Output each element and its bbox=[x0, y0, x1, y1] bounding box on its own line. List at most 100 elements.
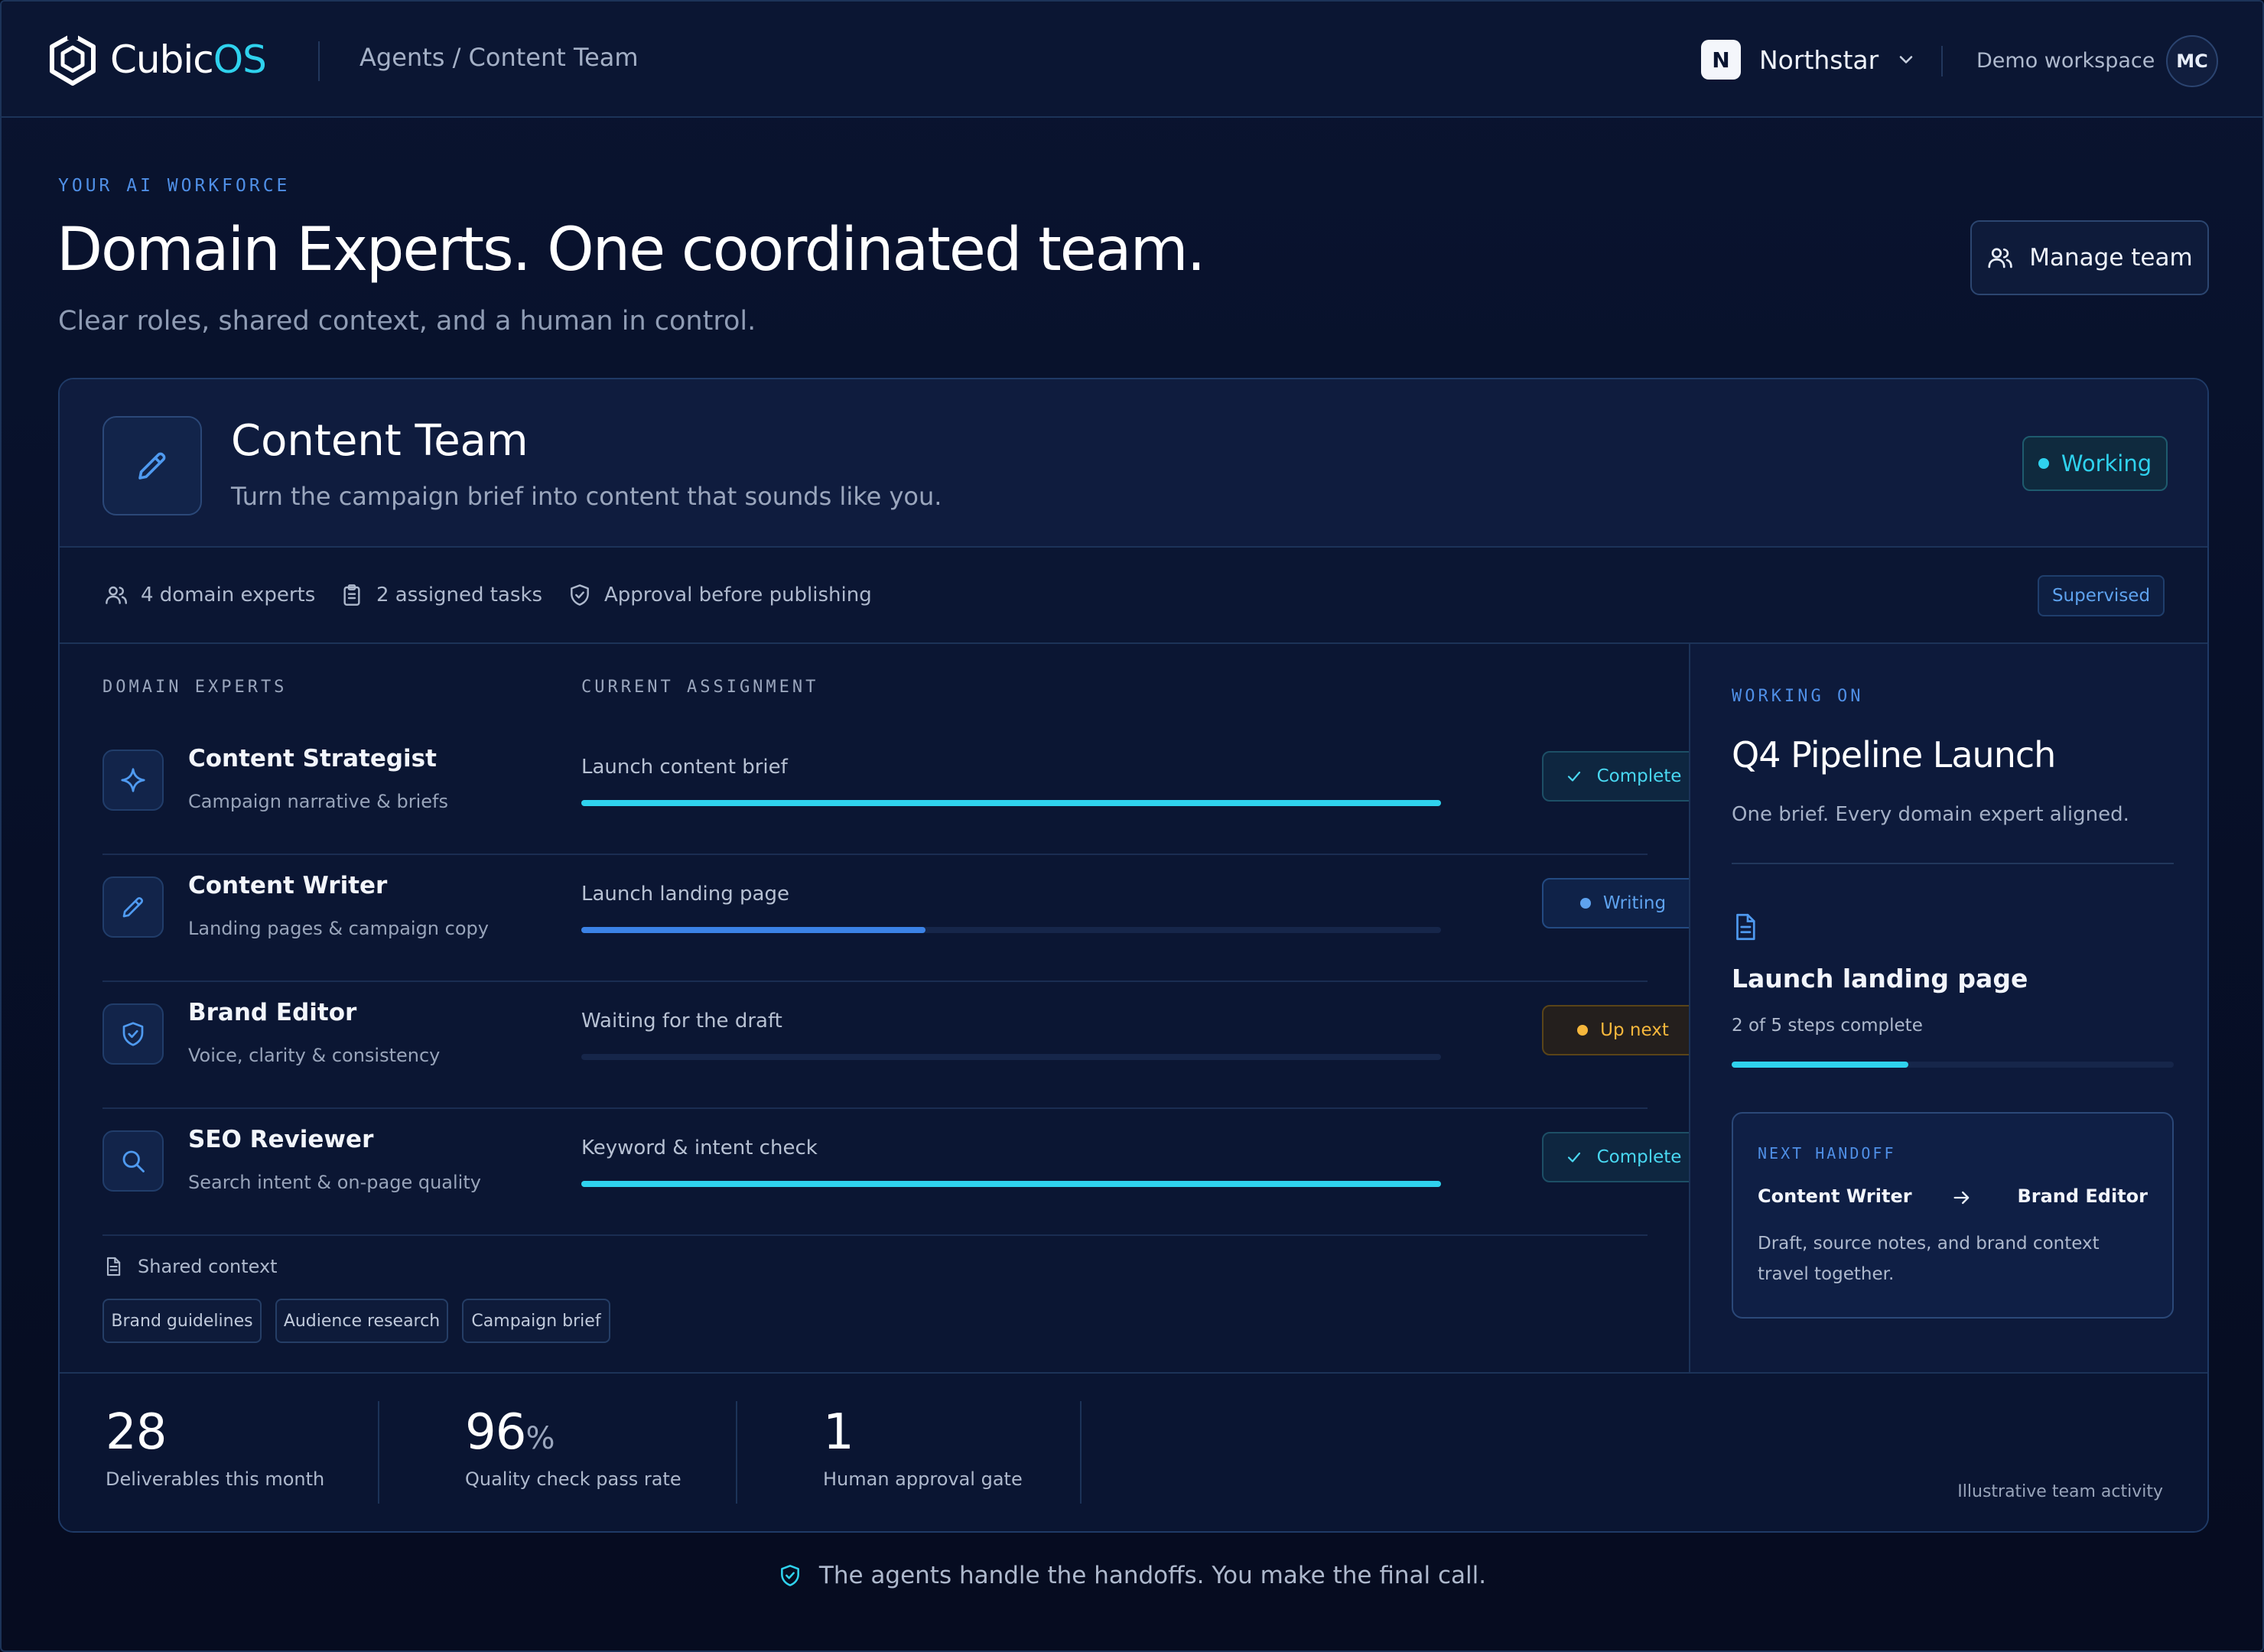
meta-tasks: 2 assigned tasks bbox=[340, 583, 542, 607]
document-icon bbox=[1736, 913, 1755, 941]
team-card-header: Content Team Turn the campaign brief int… bbox=[60, 379, 2207, 548]
clipboard-icon bbox=[343, 584, 360, 606]
breadcrumb[interactable]: Agents / Content Team bbox=[359, 43, 639, 72]
stat-number: 28 bbox=[106, 1404, 167, 1461]
status-pill-complete: Complete bbox=[1542, 1132, 1704, 1182]
expert-name: Brand Editor bbox=[188, 999, 357, 1026]
stat-approval-gate: 1 Human approval gate bbox=[823, 1404, 1023, 1490]
stat-value: 1 bbox=[823, 1404, 1023, 1461]
team-icon-tile bbox=[102, 416, 202, 515]
manage-team-label: Manage team bbox=[2029, 244, 2193, 272]
team-description: Turn the campaign brief into content tha… bbox=[231, 482, 942, 511]
stat-number: 1 bbox=[823, 1404, 854, 1461]
assignment-text: Launch landing page bbox=[581, 883, 789, 906]
app-name-suffix: OS bbox=[213, 37, 267, 82]
stat-quality: 96% Quality check pass rate bbox=[465, 1404, 681, 1490]
stat-number: 96 bbox=[465, 1404, 526, 1461]
team-meta-row: 4 domain experts 2 assigned tasks Approv… bbox=[60, 548, 2207, 644]
status-pill-writing: Writing bbox=[1542, 878, 1704, 928]
handoff-description: Draft, source notes, and brand context t… bbox=[1758, 1234, 2100, 1284]
page-title: Domain Experts. One coordinated team. bbox=[57, 216, 1205, 285]
handoff-eyebrow: NEXT HANDOFF bbox=[1758, 1144, 1896, 1163]
status-dot bbox=[2038, 458, 2049, 469]
meta-experts-label: 4 domain experts bbox=[141, 584, 316, 606]
status-label: Up next bbox=[1600, 1020, 1669, 1040]
stats-note: Illustrative team activity bbox=[1957, 1482, 2163, 1501]
team-name: Content Team bbox=[231, 416, 529, 466]
app-logo[interactable]: CubicOS bbox=[47, 32, 267, 87]
stat-value: 28 bbox=[106, 1404, 324, 1461]
check-icon bbox=[1567, 1152, 1580, 1163]
user-avatar[interactable]: MC bbox=[2166, 35, 2218, 87]
current-task-title: Launch landing page bbox=[1732, 964, 2028, 993]
shared-context-label: Shared context bbox=[102, 1256, 278, 1277]
expert-row-content-strategist[interactable]: Content Strategist Campaign narrative & … bbox=[102, 728, 1704, 855]
current-task-progress-text: 2 of 5 steps complete bbox=[1732, 1016, 1923, 1036]
context-chip-brand-guidelines[interactable]: Brand guidelines bbox=[102, 1299, 262, 1343]
divider bbox=[736, 1401, 737, 1504]
shield-check-icon bbox=[571, 584, 589, 606]
users-icon bbox=[106, 586, 127, 604]
assignment-progress-track bbox=[581, 800, 1441, 806]
stats-row: 28 Deliverables this month 96% Quality c… bbox=[60, 1372, 2207, 1531]
column-header-assignment: CURRENT ASSIGNMENT bbox=[581, 678, 819, 697]
footer-note: The agents handle the handoffs. You make… bbox=[2, 1562, 2262, 1589]
status-dot bbox=[1579, 898, 1591, 909]
arrow-right-icon bbox=[1953, 1191, 1970, 1205]
pencil-icon bbox=[138, 452, 166, 480]
sparkle-icon bbox=[121, 768, 145, 792]
divider bbox=[1080, 1401, 1082, 1504]
users-icon bbox=[1988, 248, 2013, 268]
check-icon bbox=[1567, 771, 1580, 782]
current-task-progress-track bbox=[1732, 1062, 2174, 1068]
shared-context-text: Shared context bbox=[138, 1256, 278, 1277]
project-title: Q4 Pipeline Launch bbox=[1732, 734, 2056, 776]
project-description: One brief. Every domain expert aligned. bbox=[1732, 803, 2129, 826]
stat-deliverables: 28 Deliverables this month bbox=[106, 1404, 324, 1490]
working-on-panel: WORKING ON Q4 Pipeline Launch One brief.… bbox=[1689, 644, 2207, 1372]
expert-name: SEO Reviewer bbox=[188, 1126, 374, 1153]
meta-approval: Approval before publishing bbox=[568, 583, 872, 607]
assignment-progress-fill bbox=[581, 927, 925, 933]
column-header-experts: DOMAIN EXPERTS bbox=[102, 678, 288, 697]
top-bar: CubicOS Agents / Content Team N Northsta… bbox=[2, 2, 2262, 118]
team-card: Content Team Turn the campaign brief int… bbox=[58, 378, 2209, 1533]
assignment-text: Waiting for the draft bbox=[581, 1010, 782, 1032]
context-chip-campaign-brief[interactable]: Campaign brief bbox=[462, 1299, 610, 1343]
document-icon bbox=[106, 1257, 121, 1276]
app-window: CubicOS Agents / Content Team N Northsta… bbox=[0, 0, 2264, 1652]
stat-label: Human approval gate bbox=[823, 1468, 1023, 1490]
expert-row-seo-reviewer[interactable]: SEO Reviewer Search intent & on-page qua… bbox=[102, 1109, 1704, 1236]
working-on-eyebrow: WORKING ON bbox=[1732, 687, 1864, 706]
divider bbox=[378, 1401, 379, 1504]
search-icon bbox=[122, 1150, 145, 1172]
expert-role: Search intent & on-page quality bbox=[188, 1172, 481, 1193]
expert-role: Campaign narrative & briefs bbox=[188, 791, 448, 812]
chevron-down-icon bbox=[1899, 56, 1913, 63]
current-task-progress-fill bbox=[1732, 1062, 1909, 1068]
stat-value: 96% bbox=[465, 1404, 681, 1461]
meta-approval-label: Approval before publishing bbox=[604, 584, 872, 606]
stat-suffix: % bbox=[525, 1421, 555, 1456]
expert-icon-tile bbox=[102, 1130, 164, 1192]
expert-icon-tile bbox=[102, 876, 164, 938]
manage-team-button[interactable]: Manage team bbox=[1970, 220, 2209, 295]
org-badge: N bbox=[1701, 40, 1741, 80]
hero-eyebrow: YOUR AI WORKFORCE bbox=[58, 176, 291, 196]
workspace-label[interactable]: Demo workspace bbox=[1976, 49, 2155, 73]
meta-experts: 4 domain experts bbox=[104, 583, 315, 607]
stat-label: Deliverables this month bbox=[106, 1468, 325, 1490]
page-subtitle: Clear roles, shared context, and a human… bbox=[58, 306, 756, 337]
pencil-icon bbox=[122, 896, 144, 918]
divider bbox=[1941, 46, 1943, 76]
expert-row-brand-editor[interactable]: Brand Editor Voice, clarity & consistenc… bbox=[102, 982, 1704, 1109]
assignment-progress-fill bbox=[581, 1181, 1441, 1187]
context-chip-audience-research[interactable]: Audience research bbox=[275, 1299, 448, 1343]
expert-row-content-writer[interactable]: Content Writer Landing pages & campaign … bbox=[102, 855, 1704, 982]
assignment-progress-fill bbox=[581, 800, 1441, 806]
expert-icon-tile bbox=[102, 750, 164, 811]
status-label: Complete bbox=[1596, 1147, 1682, 1167]
handoff-from: Content Writer bbox=[1758, 1185, 1912, 1207]
org-switcher[interactable]: N Northstar bbox=[1701, 40, 1917, 80]
app-name-prefix: Cubic bbox=[110, 37, 214, 82]
